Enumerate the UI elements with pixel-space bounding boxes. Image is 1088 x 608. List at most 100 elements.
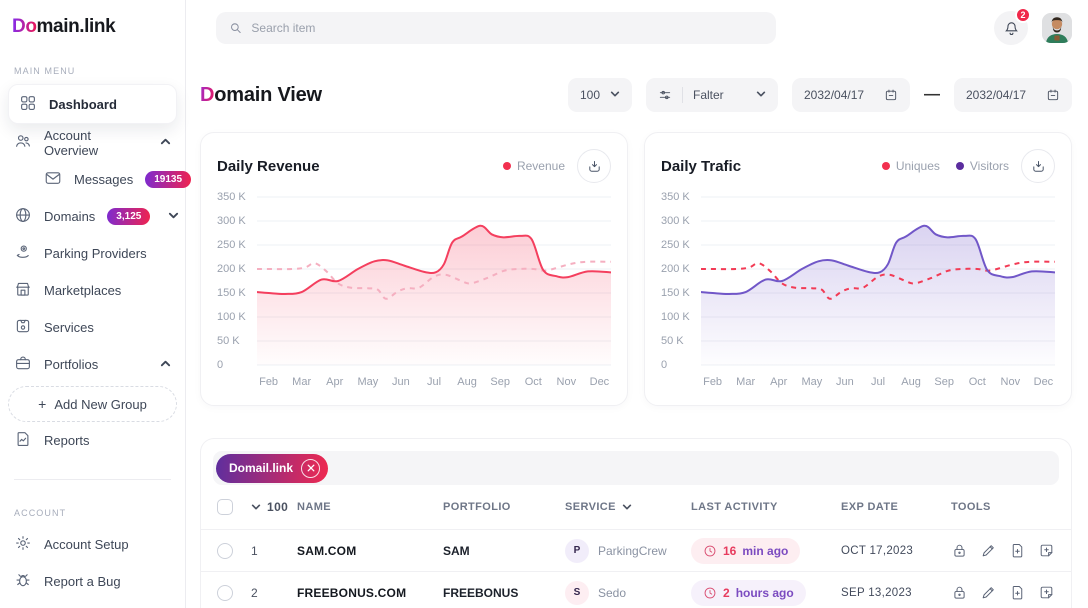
sidebar-item-label: Dashboard	[49, 97, 117, 112]
chevron-down-icon	[756, 88, 766, 102]
search-box[interactable]	[216, 12, 776, 44]
notifications-button[interactable]: 2	[994, 11, 1028, 45]
sidebar-item-dashboard[interactable]: Dashboard	[8, 84, 177, 124]
lock-icon	[951, 542, 968, 559]
chevron-down-icon	[168, 209, 179, 224]
edit-button[interactable]	[980, 584, 997, 601]
row-checkbox[interactable]	[217, 585, 233, 601]
add-file-button[interactable]	[1009, 542, 1026, 559]
exp-date: OCT 17,2023	[841, 545, 951, 557]
note-plus-icon	[1038, 584, 1055, 601]
chevron-up-icon	[160, 357, 171, 372]
date-from-value: 2032/04/17	[804, 88, 864, 102]
user-avatar[interactable]	[1042, 13, 1072, 43]
download-icon	[1031, 159, 1046, 174]
page-controls: 100 Falter 2032/04/17 —	[568, 78, 1072, 112]
filter-chip-label: Domail.link	[229, 461, 293, 475]
sidebar-item-portfolios[interactable]: Portfolios	[0, 346, 185, 383]
row-checkbox[interactable]	[217, 543, 233, 559]
select-all-checkbox[interactable]	[217, 499, 233, 515]
column-last-activity[interactable]: LAST ACTIVITY	[691, 501, 841, 513]
sidebar-divider	[14, 479, 171, 480]
daily-revenue-card: Daily Revenue Revenue 350 K300 K250	[200, 132, 628, 406]
sidebar-item-report-a-bug[interactable]: Report a Bug	[0, 563, 185, 600]
column-name[interactable]: NAME	[297, 501, 443, 513]
bell-icon	[1003, 20, 1020, 37]
main-area: 2 Domain View 100	[186, 0, 1088, 608]
sliders-icon	[658, 88, 672, 102]
remove-filter-button[interactable]	[301, 459, 320, 478]
topbar: 2	[186, 0, 1088, 56]
lock-icon	[951, 584, 968, 601]
sidebar-item-label: Reports	[44, 433, 90, 448]
column-exp-date[interactable]: EXP DATE	[841, 501, 951, 513]
last-activity-cell: 2 hours ago	[691, 580, 841, 606]
column-service[interactable]: SERVICE	[565, 501, 691, 513]
add-new-group-button[interactable]: + Add New Group	[8, 386, 177, 422]
box-icon	[14, 317, 32, 338]
daily-trafic-card: Daily Trafic Uniques Visitors	[644, 132, 1072, 406]
edit-button[interactable]	[980, 542, 997, 559]
date-to-picker[interactable]: 2032/04/17	[954, 78, 1072, 112]
lock-button[interactable]	[951, 542, 968, 559]
file-plus-icon	[1009, 584, 1026, 601]
download-chart-button[interactable]	[1021, 149, 1055, 183]
portfolio-name: SAM	[443, 544, 565, 558]
sidebar-item-account-overview[interactable]: Account Overview	[0, 124, 185, 161]
sidebar-item-label: Account Setup	[44, 537, 129, 552]
lock-button[interactable]	[951, 584, 968, 601]
dashboard-grid-icon	[19, 94, 37, 115]
last-activity-badge: 16 min ago	[691, 538, 800, 564]
search-input[interactable]	[251, 21, 763, 35]
calendar-icon	[884, 88, 898, 102]
filter-select[interactable]: Falter	[646, 78, 778, 112]
legend-dot	[882, 162, 890, 170]
add-new-group-label: Add New Group	[54, 397, 147, 412]
legend-item-revenue: Revenue	[503, 159, 565, 173]
legend-dot	[503, 162, 511, 170]
add-file-button[interactable]	[1009, 584, 1026, 601]
legend: Revenue	[503, 159, 565, 173]
search-icon	[229, 21, 242, 35]
domain-name[interactable]: SAM.COM	[297, 544, 443, 558]
column-portfolio[interactable]: PORTFOLIO	[443, 501, 565, 513]
notification-count-badge: 2	[1015, 7, 1031, 23]
download-chart-button[interactable]	[577, 149, 611, 183]
domain-name[interactable]: FREEBONUS.COM	[297, 586, 443, 600]
legend-item-visitors: Visitors	[956, 159, 1009, 173]
gear-icon	[14, 534, 32, 555]
filter-chip-domail-link[interactable]: Domail.link	[216, 454, 328, 483]
sidebar-item-account-setup[interactable]: Account Setup	[0, 526, 185, 563]
page-size-select[interactable]: 100	[568, 78, 632, 112]
date-from-picker[interactable]: 2032/04/17	[792, 78, 910, 112]
column-count[interactable]: 100	[251, 500, 297, 514]
x-axis-labels: FebMarAprMayJunJulAugSepOctNovDec	[701, 369, 1055, 391]
file-plus-icon	[1009, 542, 1026, 559]
sidebar-item-messages[interactable]: Messages 19135	[0, 161, 185, 198]
row-tools	[951, 542, 1055, 559]
sidebar-item-services[interactable]: Services	[0, 309, 185, 346]
sidebar: Domain.link MAIN MENU Dashboard Account …	[0, 0, 186, 608]
download-icon	[587, 159, 602, 174]
legend-item-uniques: Uniques	[882, 159, 940, 173]
y-axis-labels: 350 K300 K250 K200 K150 K100 K50 K0	[661, 193, 701, 369]
plus-icon: +	[38, 396, 46, 412]
sidebar-item-label: Services	[44, 320, 94, 335]
row-number: 2	[251, 586, 297, 600]
avatar-image	[1042, 13, 1072, 43]
clock-icon	[703, 586, 717, 600]
chart-plot	[257, 193, 611, 369]
sidebar-item-label: Messages	[74, 172, 133, 187]
app-root: Domain.link MAIN MENU Dashboard Account …	[0, 0, 1088, 608]
sidebar-item-parking-providers[interactable]: Parking Providers	[0, 235, 185, 272]
legend-label: Uniques	[896, 159, 940, 173]
legend-label: Revenue	[517, 159, 565, 173]
sidebar-item-reports[interactable]: Reports	[0, 422, 185, 459]
add-note-button[interactable]	[1038, 542, 1055, 559]
page-title-rest: omain View	[214, 84, 322, 106]
legend-dot	[956, 162, 964, 170]
sidebar-item-domains[interactable]: Domains 3,125	[0, 198, 185, 235]
sidebar-item-marketplaces[interactable]: Marketplaces	[0, 272, 185, 309]
add-note-button[interactable]	[1038, 584, 1055, 601]
briefcase-icon	[14, 354, 32, 375]
